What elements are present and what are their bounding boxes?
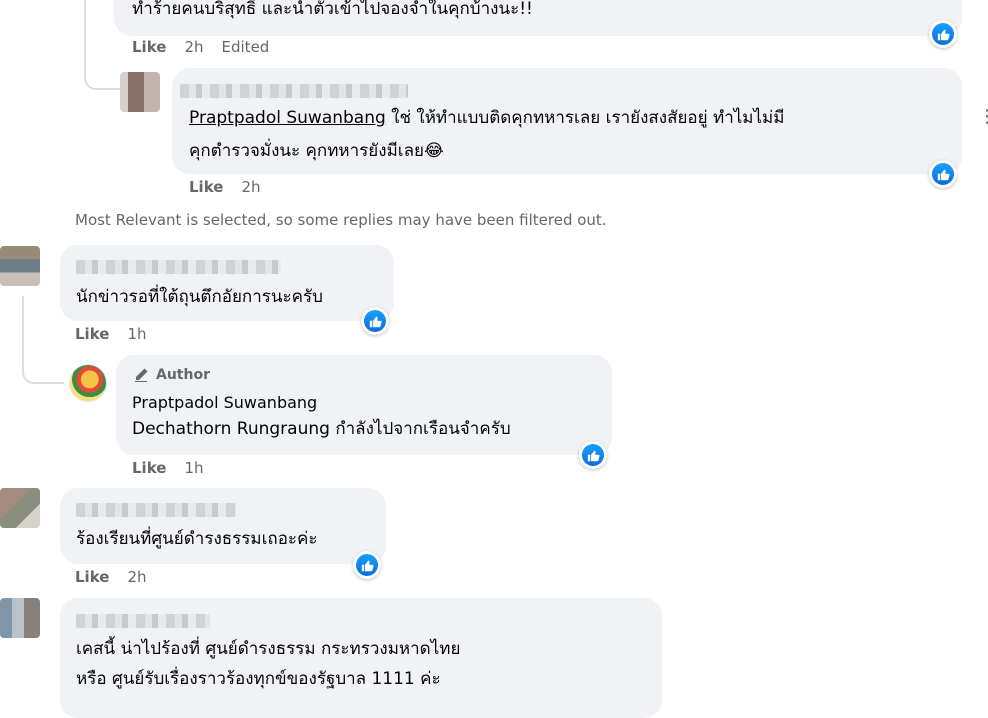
timestamp[interactable]: 1h <box>127 325 146 343</box>
timestamp[interactable]: 2h <box>184 38 203 56</box>
more-options-icon[interactable]: ⋮ <box>978 106 988 127</box>
thumbs-up-icon <box>369 316 382 327</box>
commenter-name[interactable]: Praptpadol Suwanbang <box>132 393 317 412</box>
edited-label: Edited <box>221 38 270 56</box>
like-button[interactable]: Like <box>75 325 109 343</box>
timestamp[interactable]: 1h <box>184 459 203 477</box>
avatar[interactable] <box>120 72 160 112</box>
commenter-name[interactable] <box>76 614 210 628</box>
comment-text: ทำร้ายคนบริสุทธิ์ และนำตัวเข้าไปจองจำในค… <box>132 0 533 19</box>
comment-text-line2: คุกตำรวจมั่งนะ คุกทหารยังมีเลย😂 <box>189 141 444 161</box>
reaction-badge[interactable] <box>353 551 381 579</box>
comment-text: ร้องเรียนที่ศูนย์ดำรงธรรมเถอะค่ะ <box>76 529 318 549</box>
timestamp[interactable]: 2h <box>241 178 260 196</box>
author-badge: Author <box>156 367 210 383</box>
comment-text-line1: เคสนี้ น่าไปร้องที่ ศูนย์ดำรงธรรม กระทรว… <box>76 639 461 659</box>
pencil-icon <box>133 367 149 387</box>
reaction-badge[interactable] <box>579 441 607 469</box>
comment-text-line1: ใช่ ให้ทำแบบติดคุกทหารเลย เรายังสงสัยอยู… <box>385 108 785 128</box>
like-button[interactable]: Like <box>132 459 166 477</box>
like-button[interactable]: Like <box>189 178 223 196</box>
comment-text: นักข่าวรอที่ใต้ถุนตึกอัยการนะครับ <box>76 287 323 307</box>
commenter-name[interactable] <box>76 503 236 517</box>
timestamp[interactable]: 2h <box>127 568 146 586</box>
comment-actions: Like 2h <box>189 178 261 196</box>
like-button[interactable]: Like <box>132 38 166 56</box>
comment-text: Dechathorn Rungraung กำลังไปจากเรือนจำคร… <box>132 414 511 444</box>
like-button[interactable]: Like <box>75 568 109 586</box>
avatar[interactable] <box>0 598 40 638</box>
reaction-badge[interactable] <box>361 307 389 335</box>
thread-line <box>22 296 64 384</box>
author-avatar[interactable] <box>69 364 107 402</box>
filter-notice: Most Relevant is selected, so some repli… <box>75 211 607 229</box>
reaction-badge[interactable] <box>929 160 957 188</box>
comment-actions: Like 1h <box>75 325 147 343</box>
thumbs-up-icon <box>587 450 600 461</box>
commenter-name[interactable] <box>180 84 408 98</box>
comment-actions: Like 2h Edited <box>132 38 269 56</box>
comment-actions: Like 2h <box>75 568 147 586</box>
thumbs-up-icon <box>361 560 374 571</box>
comment-text: Praptpadol Suwanbang ใช่ ให้ทำแบบติดคุกท… <box>189 103 784 133</box>
comment-text-body: กำลังไปจากเรือนจำครับ <box>329 419 511 439</box>
thumbs-up-icon <box>937 29 950 40</box>
reaction-badge[interactable] <box>929 20 957 48</box>
mention-link[interactable]: Praptpadol Suwanbang <box>189 108 386 128</box>
commenter-name[interactable] <box>76 260 281 274</box>
avatar[interactable] <box>0 488 40 528</box>
thumbs-up-icon <box>937 169 950 180</box>
mention-link[interactable]: Dechathorn Rungraung <box>132 419 330 439</box>
avatar[interactable] <box>0 246 40 286</box>
comment-actions: Like 1h <box>132 459 204 477</box>
comment-text-line2: หรือ ศูนย์รับเรื่องราวร้องทุกข์ของรัฐบาล… <box>76 669 441 689</box>
